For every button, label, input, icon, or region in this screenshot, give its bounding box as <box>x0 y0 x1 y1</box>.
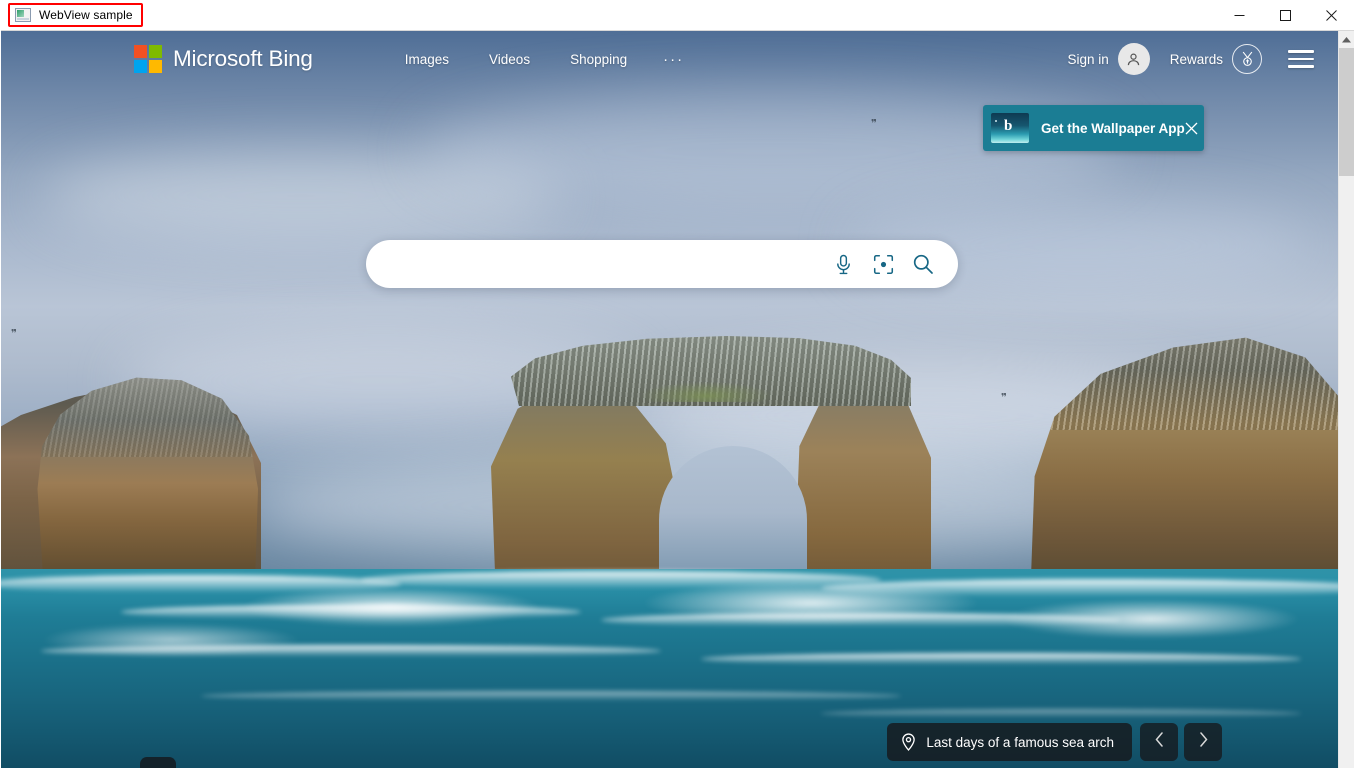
sea-arch-vegetation <box>641 382 771 402</box>
bird: ❞ <box>1001 392 1007 404</box>
bing-logo[interactable]: Microsoft Bing <box>134 45 313 73</box>
bing-header: Microsoft Bing Images Videos Shopping ··… <box>1 31 1338 87</box>
nav-more[interactable]: ··· <box>647 45 700 74</box>
avatar <box>1117 43 1150 75</box>
hamburger-menu-icon[interactable] <box>1284 42 1318 76</box>
wave-crest <box>701 653 1301 665</box>
bird: ❞ <box>11 328 17 340</box>
rewards-button[interactable]: Rewards <box>1160 44 1272 74</box>
toast-close-icon[interactable] <box>1185 119 1198 137</box>
sea-foam <box>41 623 301 657</box>
search-box-icons <box>830 251 936 277</box>
location-pin-icon <box>901 733 916 751</box>
bing-homepage: ❞ ❞ ❞ ❞ ❞ <box>1 31 1338 768</box>
visual-search-icon[interactable] <box>870 251 896 277</box>
bird: ❞ <box>871 118 877 130</box>
nav-videos[interactable]: Videos <box>469 46 550 73</box>
wallpaper-app-thumbnail-icon: b <box>991 113 1029 143</box>
sign-in-button[interactable]: Sign in <box>1057 43 1159 75</box>
chevron-right-icon <box>1199 732 1208 752</box>
client-area: ❞ ❞ ❞ ❞ ❞ <box>1 30 1354 768</box>
previous-image-button[interactable] <box>1140 723 1178 761</box>
image-caption-bar[interactable]: Last days of a famous sea arch <box>887 723 1132 761</box>
ocean-layer <box>1 569 1338 768</box>
search-input[interactable] <box>388 240 830 288</box>
bing-logo-text: Microsoft Bing <box>173 46 313 71</box>
wave-crest <box>201 691 901 701</box>
search-box[interactable] <box>366 240 958 288</box>
maximize-icon <box>1279 9 1291 21</box>
maximize-button[interactable] <box>1262 0 1308 30</box>
sign-in-label: Sign in <box>1067 51 1109 67</box>
sea-foam <box>641 581 981 625</box>
microphone-icon[interactable] <box>830 251 856 277</box>
nav-images[interactable]: Images <box>385 46 469 73</box>
wallpaper-app-label: Get the Wallpaper App <box>1041 120 1185 136</box>
close-button[interactable] <box>1308 0 1354 30</box>
webview-sample-window: WebView sample ❞ ❞ ❞ Microsoft Bing Imag… <box>0 0 1354 768</box>
minimize-icon <box>1234 10 1245 21</box>
title-bar-highlight: WebView sample <box>8 3 143 27</box>
scroll-up-arrow-icon[interactable] <box>1339 31 1354 48</box>
vertical-scrollbar[interactable] <box>1338 31 1354 768</box>
title-bar: WebView sample <box>0 0 1354 30</box>
wallpaper-app-toast[interactable]: b Get the Wallpaper App <box>983 105 1204 151</box>
sea-foam <box>241 587 541 627</box>
nav-shopping[interactable]: Shopping <box>550 46 647 73</box>
close-icon <box>1325 9 1337 21</box>
webview-app-icon <box>15 7 31 22</box>
rewards-label: Rewards <box>1169 51 1223 67</box>
bing-header-right: Sign in Rewards <box>1057 31 1318 87</box>
wave-crest <box>821 709 1301 718</box>
image-caption-text: Last days of a famous sea arch <box>926 734 1114 750</box>
minimize-button[interactable] <box>1216 0 1262 30</box>
rewards-medal-icon <box>1232 44 1262 74</box>
scroll-down-button[interactable] <box>140 757 176 768</box>
scrollbar-thumb[interactable] <box>1339 48 1354 176</box>
webview-control: ❞ ❞ ❞ ❞ ❞ <box>1 31 1338 768</box>
bing-nav: Images Videos Shopping ··· <box>385 45 700 74</box>
window-controls <box>1216 0 1354 30</box>
sea-foam <box>1001 599 1301 639</box>
next-image-button[interactable] <box>1184 723 1222 761</box>
microsoft-logo-icon <box>134 45 162 73</box>
search-icon[interactable] <box>910 251 936 277</box>
window-title: WebView sample <box>39 7 133 22</box>
chevron-left-icon <box>1155 732 1164 752</box>
